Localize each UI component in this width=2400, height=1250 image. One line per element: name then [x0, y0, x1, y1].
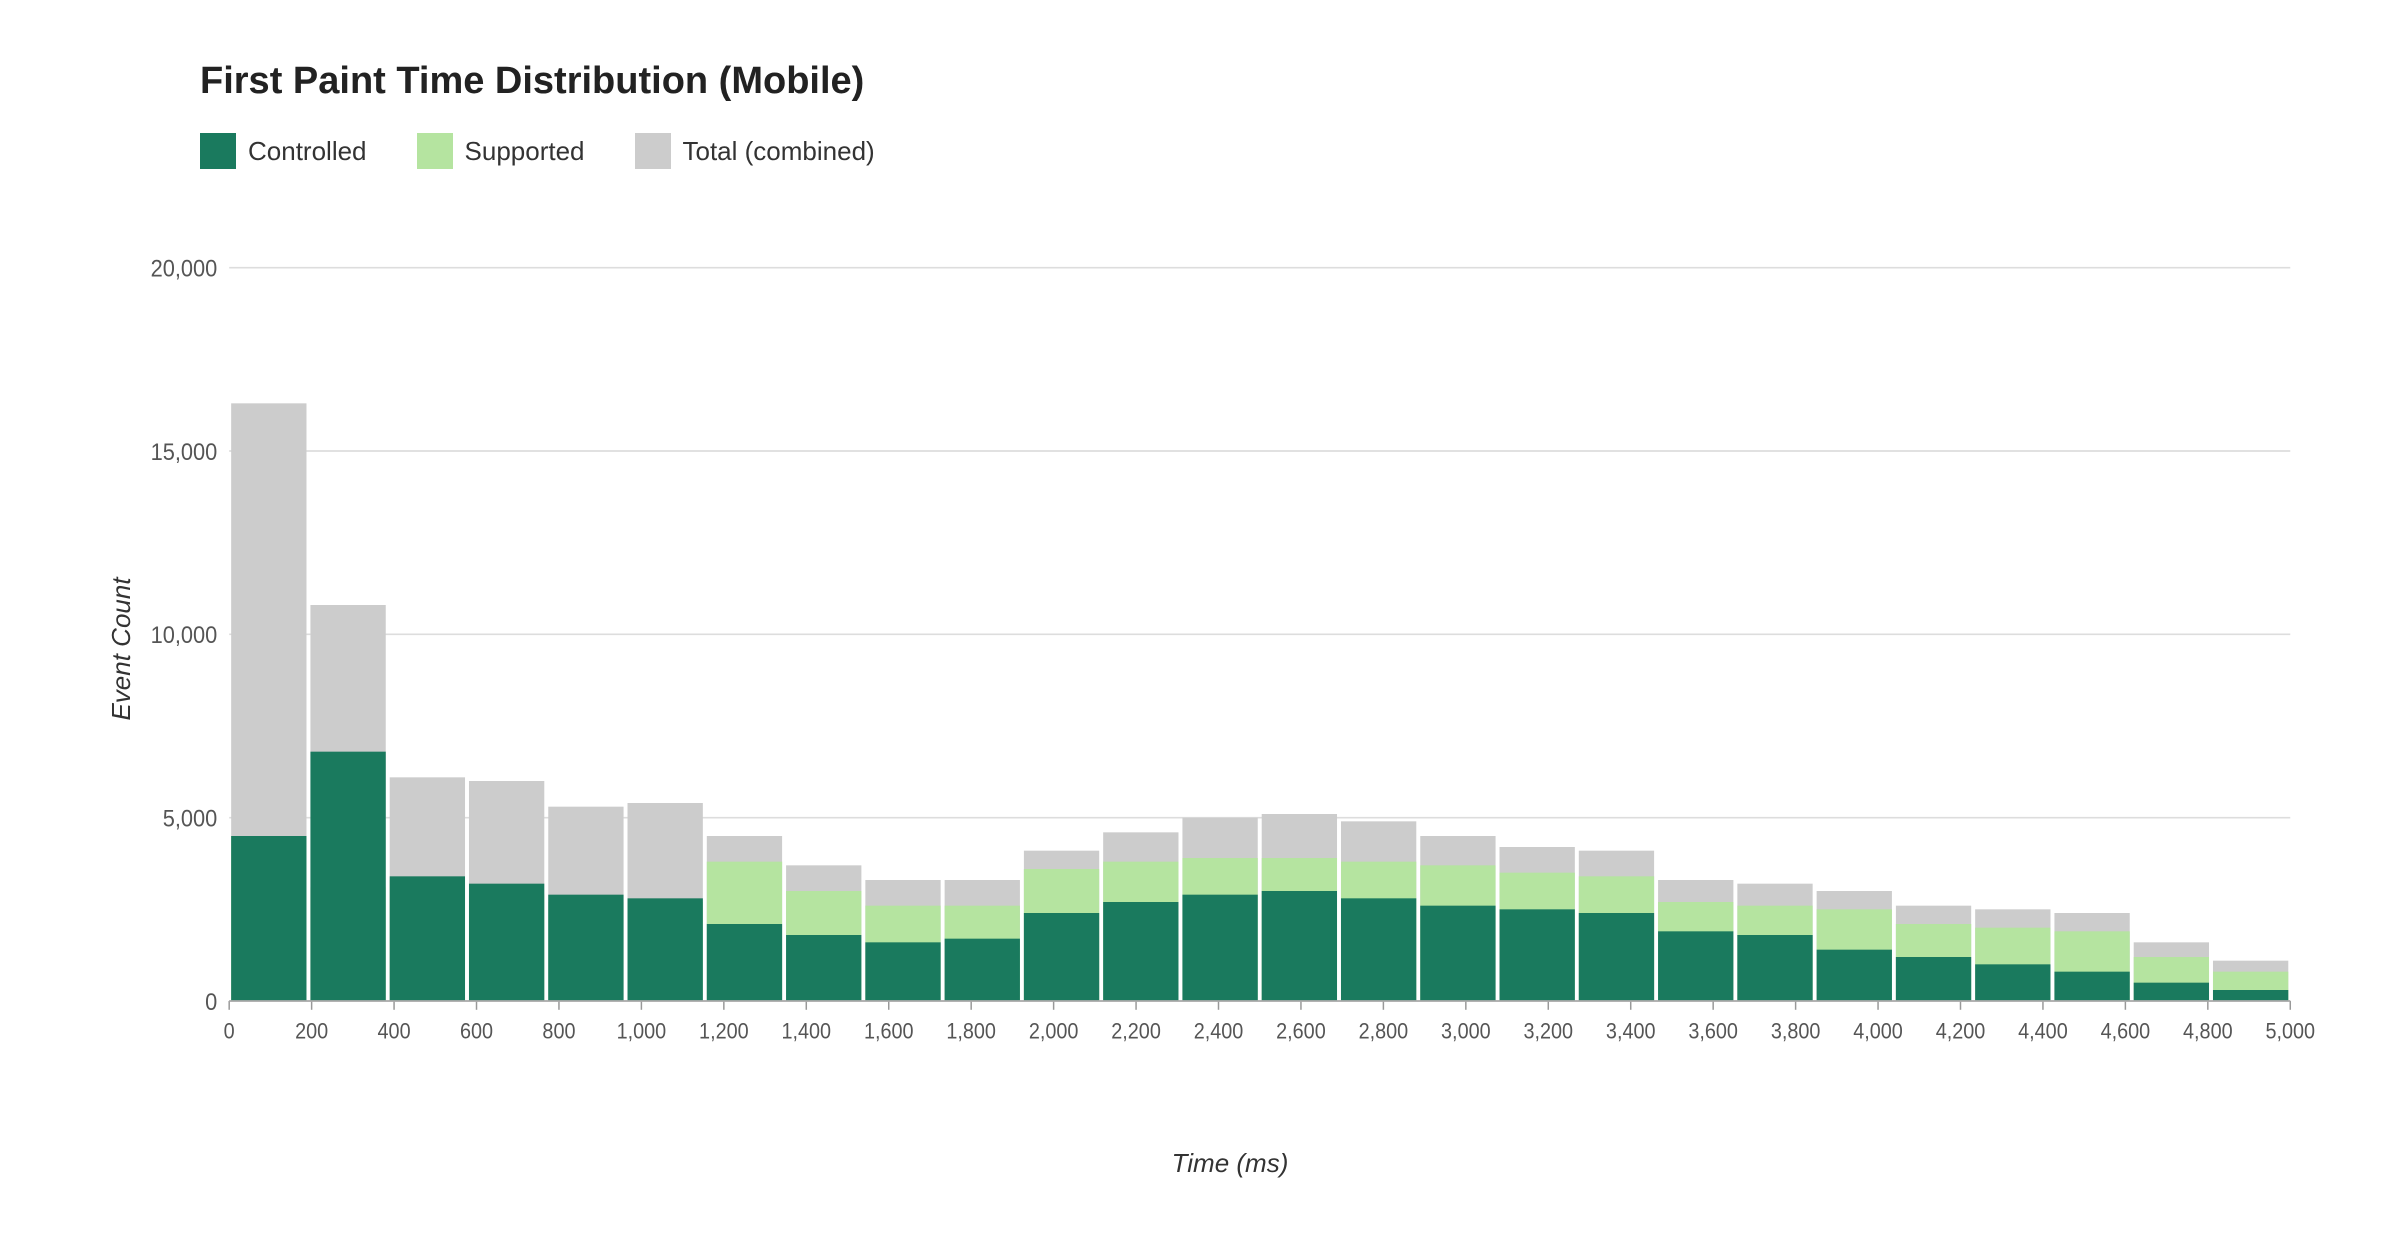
legend-label-total: Total (combined) [683, 136, 875, 167]
svg-text:3,000: 3,000 [1441, 1019, 1491, 1043]
svg-text:5,000: 5,000 [2265, 1019, 2315, 1043]
total-swatch [635, 133, 671, 169]
svg-text:400: 400 [378, 1019, 411, 1043]
svg-text:4,200: 4,200 [1936, 1019, 1986, 1043]
legend-item-controlled: Controlled [200, 133, 367, 169]
svg-text:200: 200 [295, 1019, 328, 1043]
svg-text:0: 0 [224, 1019, 235, 1043]
x-axis-label: Time (ms) [1172, 1148, 1289, 1179]
svg-text:10,000: 10,000 [151, 621, 218, 648]
svg-text:4,000: 4,000 [1853, 1019, 1903, 1043]
svg-text:4,800: 4,800 [2183, 1019, 2233, 1043]
svg-text:1,600: 1,600 [864, 1019, 914, 1043]
svg-text:1,800: 1,800 [946, 1019, 996, 1043]
legend-label-controlled: Controlled [248, 136, 367, 167]
svg-text:3,600: 3,600 [1688, 1019, 1738, 1043]
chart-title: First Paint Time Distribution (Mobile) [200, 60, 2320, 103]
svg-text:2,800: 2,800 [1359, 1019, 1409, 1043]
legend: Controlled Supported Total (combined) [200, 133, 2320, 169]
svg-text:2,200: 2,200 [1111, 1019, 1161, 1043]
legend-item-total: Total (combined) [635, 133, 875, 169]
svg-text:2,400: 2,400 [1194, 1019, 1244, 1043]
legend-label-supported: Supported [465, 136, 585, 167]
svg-text:5,000: 5,000 [163, 804, 218, 831]
svg-text:15,000: 15,000 [151, 438, 218, 465]
svg-text:2,000: 2,000 [1029, 1019, 1079, 1043]
svg-text:4,400: 4,400 [2018, 1019, 2068, 1043]
svg-text:1,000: 1,000 [617, 1019, 667, 1043]
svg-text:800: 800 [542, 1019, 575, 1043]
y-axis-label: Event Count [106, 577, 137, 720]
svg-text:1,200: 1,200 [699, 1019, 749, 1043]
svg-text:3,800: 3,800 [1771, 1019, 1821, 1043]
svg-text:0: 0 [205, 988, 217, 1015]
svg-text:1,400: 1,400 [782, 1019, 832, 1043]
svg-text:600: 600 [460, 1019, 493, 1043]
controlled-swatch [200, 133, 236, 169]
svg-text:2,600: 2,600 [1276, 1019, 1326, 1043]
chart-area: Event Count Time (ms) 05,00010,00015,000… [140, 209, 2320, 1089]
legend-item-supported: Supported [417, 133, 585, 169]
svg-text:3,400: 3,400 [1606, 1019, 1656, 1043]
svg-text:4,600: 4,600 [2101, 1019, 2151, 1043]
chart-container: First Paint Time Distribution (Mobile) C… [0, 0, 2400, 1250]
svg-text:20,000: 20,000 [151, 254, 218, 281]
svg-text:3,200: 3,200 [1524, 1019, 1574, 1043]
supported-swatch [417, 133, 453, 169]
main-chart-svg: 0 5,000 10,000 15,000 20,000 0 200 400 600 800 1,0… [140, 209, 2320, 1089]
